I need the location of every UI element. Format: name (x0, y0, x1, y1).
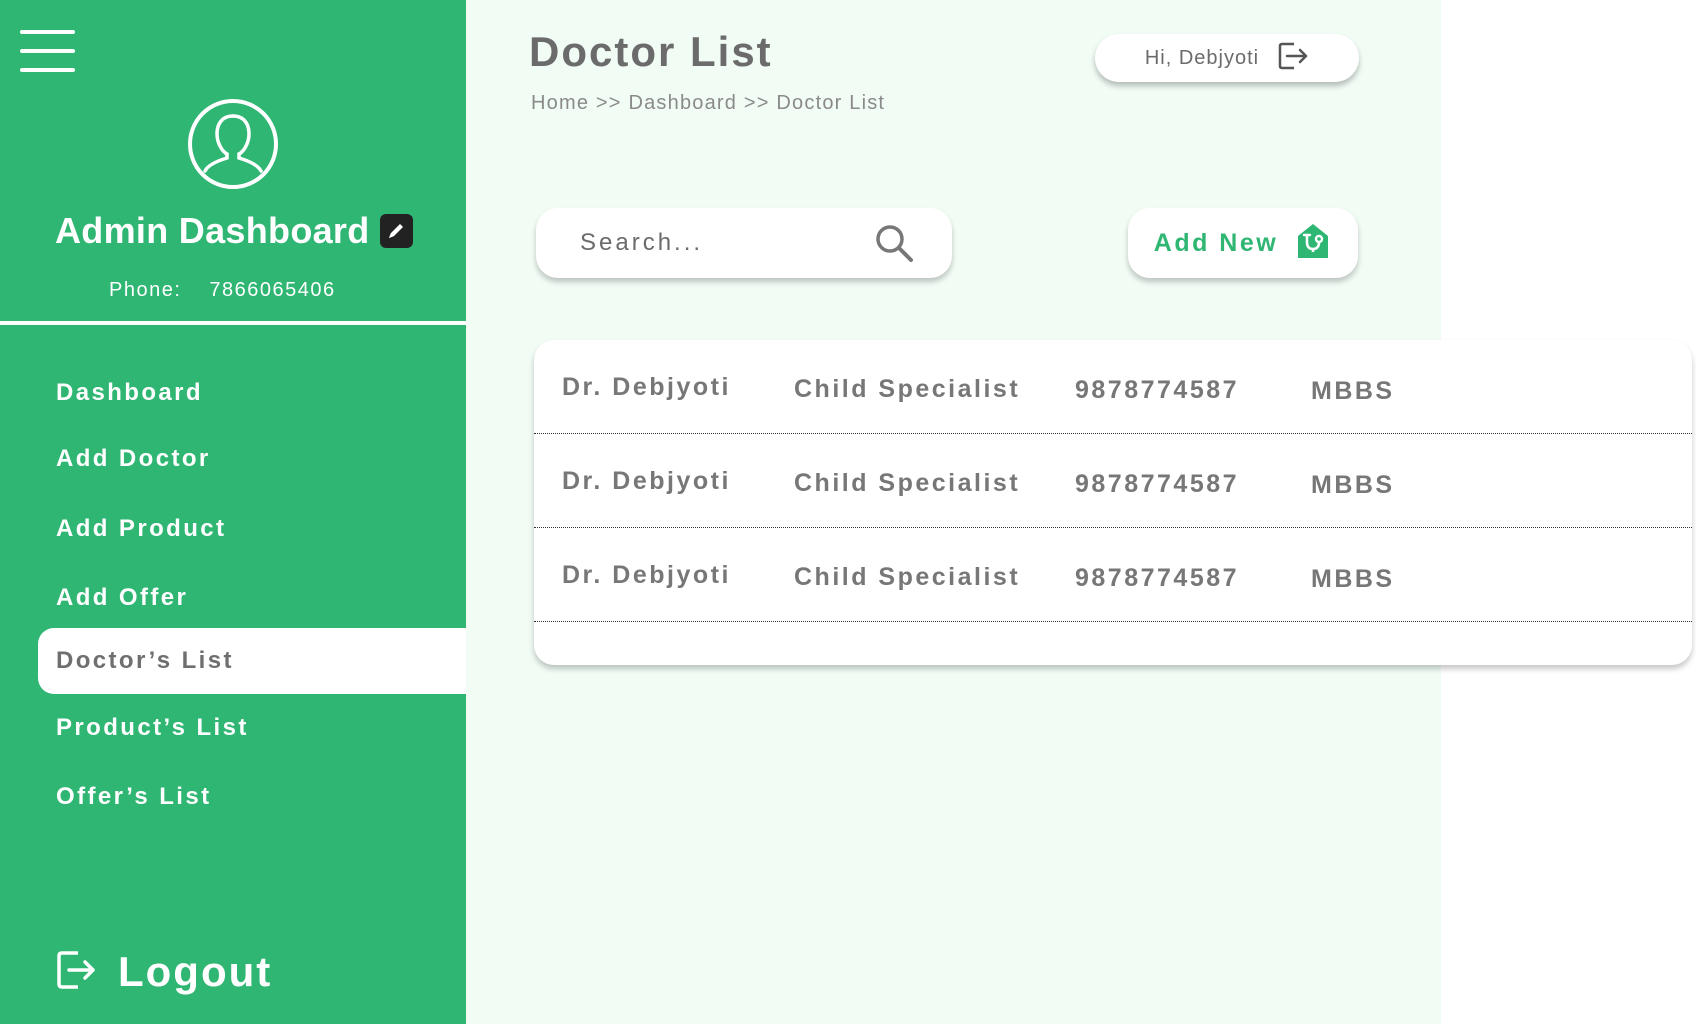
sidebar-item-offers-list[interactable]: Offer’s List (38, 764, 466, 830)
user-icon (187, 98, 279, 190)
phone-label: Phone: (109, 279, 182, 301)
doctor-name: Dr. Debjyoti (562, 561, 731, 589)
breadcrumb-dashboard[interactable]: Dashboard (628, 92, 737, 114)
user-greeting: Hi, Debjyoti (1144, 46, 1260, 69)
pencil-icon[interactable] (379, 214, 413, 248)
logout-icon (56, 949, 96, 996)
sidebar: Admin Dashboard Phone: 7866065406 Dashboa… (0, 0, 466, 1024)
doctor-phone: 9878774587 (1075, 470, 1240, 498)
hamburger-icon[interactable] (20, 30, 75, 72)
breadcrumb-current: Doctor List (776, 92, 886, 114)
logout-label: Logout (118, 948, 273, 995)
profile-title: Admin Dashboard (55, 210, 370, 251)
logout-icon[interactable] (1277, 41, 1309, 76)
doctor-specialty: Child Specialist (794, 375, 1021, 403)
doctor-degree: MBBS (1311, 471, 1395, 499)
doctor-specialty: Child Specialist (794, 469, 1021, 497)
doctor-degree: MBBS (1311, 377, 1395, 405)
doctor-degree: MBBS (1311, 565, 1395, 593)
sidebar-item-doctors-list[interactable]: Doctor’s List (38, 628, 466, 694)
profile-phone: Phone: 7866065406 (109, 279, 336, 302)
doctor-name: Dr. Debjyoti (562, 467, 731, 495)
breadcrumb: Home >> Dashboard >> Doctor List (531, 92, 885, 115)
doctor-table: Dr. Debjyoti Child Specialist 9878774587… (534, 340, 1692, 665)
doctor-specialty: Child Specialist (794, 563, 1021, 591)
sidebar-divider (0, 321, 466, 325)
table-row[interactable]: Dr. Debjyoti Child Specialist 9878774587… (534, 340, 1692, 434)
sidebar-item-add-doctor[interactable]: Add Doctor (38, 426, 466, 492)
page-title: Doctor List (529, 28, 773, 75)
logout-button[interactable]: Logout (56, 948, 272, 996)
add-new-button[interactable]: Add New (1128, 208, 1358, 278)
stethoscope-icon (1294, 222, 1332, 265)
sidebar-item-add-offer[interactable]: Add Offer (38, 565, 466, 631)
profile-title-row: Admin Dashboard (55, 210, 415, 252)
search-icon[interactable] (874, 223, 914, 268)
doctor-phone: 9878774587 (1075, 564, 1240, 592)
search-box (536, 208, 952, 278)
breadcrumb-separator: >> (743, 92, 770, 114)
user-greeting-button[interactable]: Hi, Debjyoti (1095, 34, 1359, 82)
search-input[interactable] (580, 229, 850, 257)
table-row[interactable]: Dr. Debjyoti Child Specialist 9878774587… (534, 434, 1692, 528)
breadcrumb-separator: >> (595, 92, 622, 114)
doctor-name: Dr. Debjyoti (562, 373, 731, 401)
add-new-label: Add New (1153, 228, 1279, 257)
breadcrumb-home[interactable]: Home (531, 92, 589, 114)
sidebar-item-dashboard[interactable]: Dashboard (38, 360, 466, 426)
sidebar-item-add-product[interactable]: Add Product (38, 496, 466, 562)
phone-value: 7866065406 (209, 279, 336, 301)
sidebar-item-products-list[interactable]: Product’s List (38, 695, 466, 761)
doctor-phone: 9878774587 (1075, 376, 1240, 404)
table-row[interactable]: Dr. Debjyoti Child Specialist 9878774587… (534, 528, 1692, 622)
